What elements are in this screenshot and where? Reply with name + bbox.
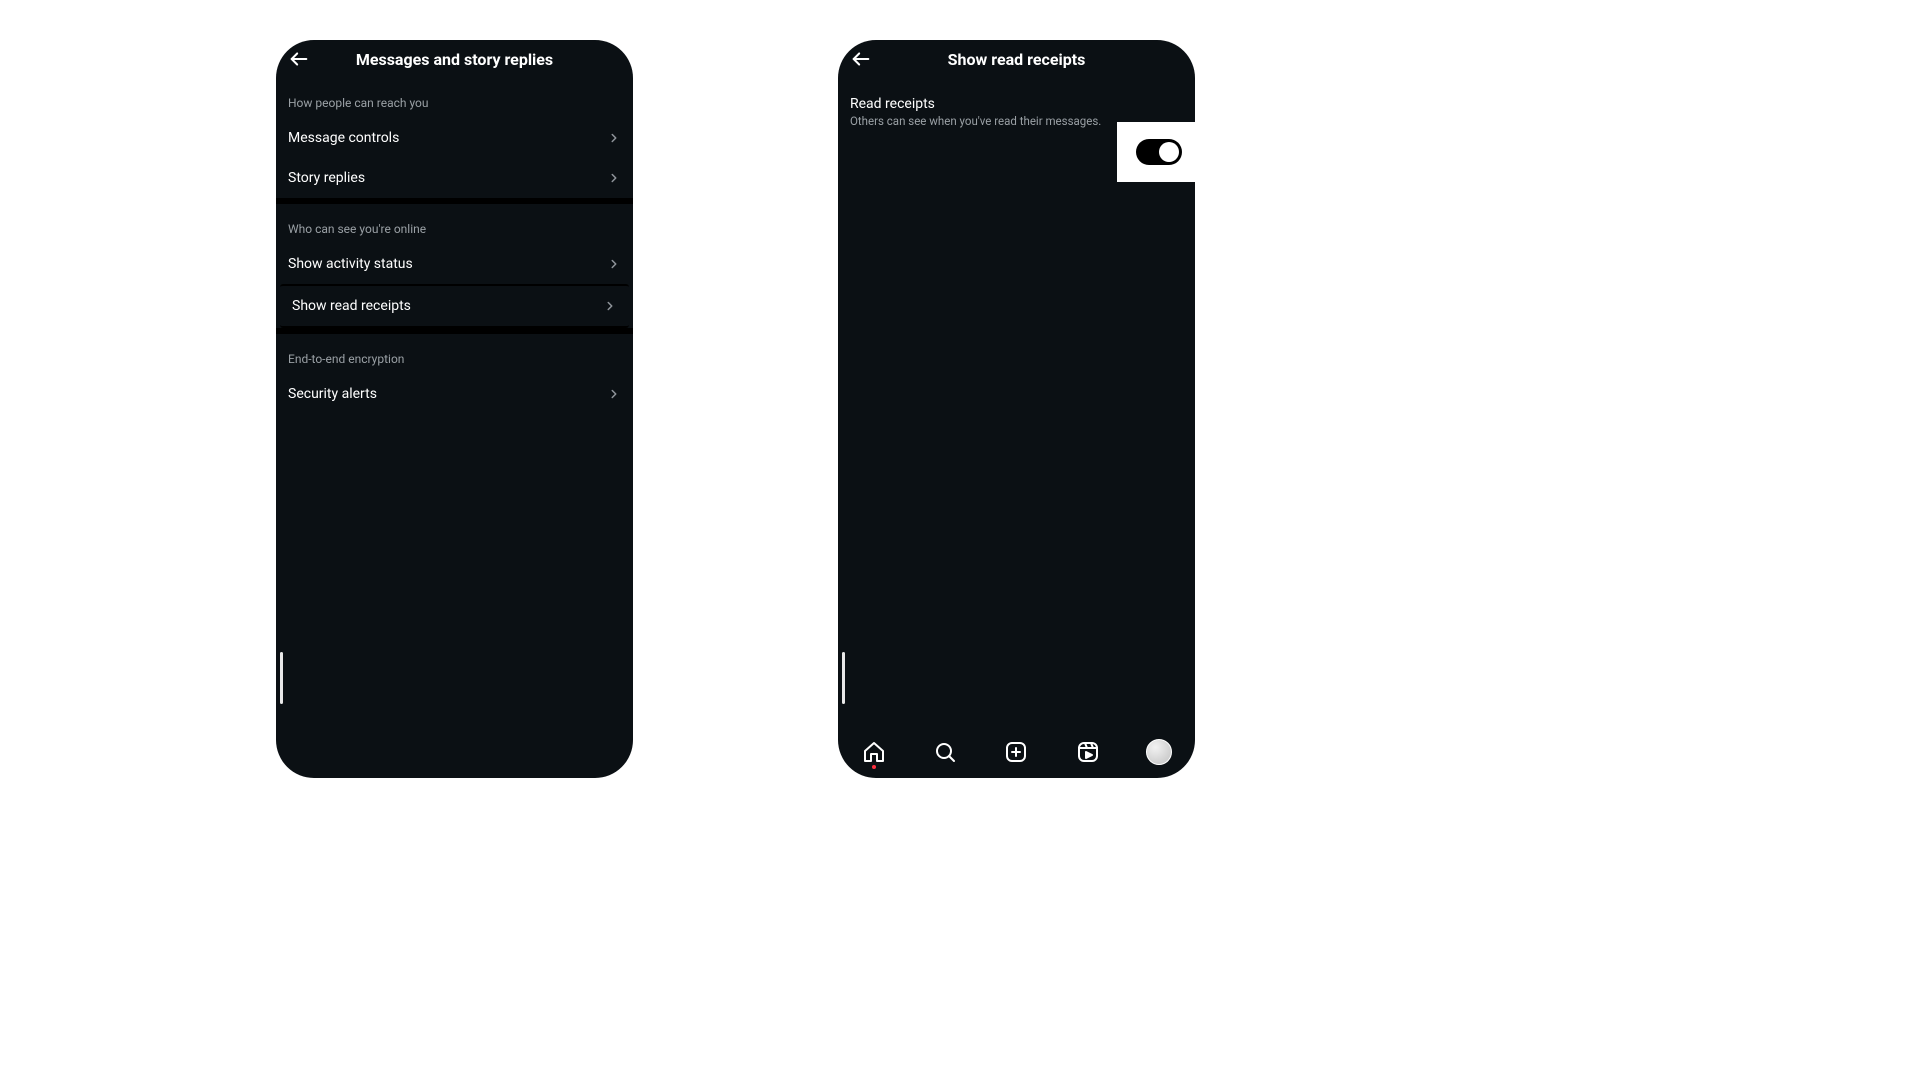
search-icon bbox=[933, 740, 957, 764]
nav-reels[interactable] bbox=[1075, 739, 1101, 765]
row-message-controls[interactable]: Message controls bbox=[276, 118, 633, 158]
chevron-right-icon bbox=[607, 171, 621, 185]
section-label-reach: How people can reach you bbox=[276, 78, 633, 118]
chevron-right-icon bbox=[603, 299, 617, 313]
home-icon bbox=[862, 740, 886, 764]
header: Messages and story replies bbox=[276, 40, 633, 78]
nav-create[interactable] bbox=[1003, 739, 1029, 765]
row-label: Message controls bbox=[288, 130, 399, 146]
section-label-e2e: End-to-end encryption bbox=[276, 334, 633, 374]
row-label: Show activity status bbox=[288, 256, 413, 272]
chevron-right-icon bbox=[607, 387, 621, 401]
row-security-alerts[interactable]: Security alerts bbox=[276, 374, 633, 414]
row-activity-status[interactable]: Show activity status bbox=[276, 244, 633, 284]
page-title: Messages and story replies bbox=[276, 50, 633, 69]
row-show-read-receipts[interactable]: Show read receipts bbox=[280, 284, 629, 328]
toggle-knob bbox=[1159, 142, 1179, 162]
chevron-right-icon bbox=[607, 131, 621, 145]
edge-decoration bbox=[1189, 630, 1195, 678]
row-story-replies[interactable]: Story replies bbox=[276, 158, 633, 198]
edge-decoration bbox=[627, 630, 633, 678]
read-receipts-toggle[interactable] bbox=[1136, 139, 1182, 165]
back-arrow-icon bbox=[288, 48, 310, 70]
reels-icon bbox=[1076, 740, 1100, 764]
nav-profile[interactable] bbox=[1146, 739, 1172, 765]
back-button[interactable] bbox=[848, 46, 874, 72]
row-label: Story replies bbox=[288, 170, 365, 186]
row-label: Show read receipts bbox=[292, 298, 411, 314]
notification-dot-icon bbox=[872, 765, 876, 769]
plus-square-icon bbox=[1004, 740, 1028, 764]
chevron-right-icon bbox=[607, 257, 621, 271]
setting-title: Read receipts bbox=[850, 96, 1177, 112]
bottom-nav bbox=[838, 730, 1195, 778]
header: Show read receipts bbox=[838, 40, 1195, 78]
nav-home[interactable] bbox=[861, 739, 887, 765]
back-arrow-icon bbox=[850, 48, 872, 70]
phone-messages-settings: Messages and story replies How people ca… bbox=[276, 40, 633, 778]
nav-search[interactable] bbox=[932, 739, 958, 765]
back-button[interactable] bbox=[286, 46, 312, 72]
edge-decoration bbox=[280, 652, 283, 704]
section-label-online: Who can see you're online bbox=[276, 204, 633, 244]
toggle-highlight-box bbox=[1117, 122, 1195, 182]
setting-read-receipts: Read receipts Others can see when you've… bbox=[838, 78, 1195, 128]
edge-decoration bbox=[842, 652, 845, 704]
row-label: Security alerts bbox=[288, 386, 377, 402]
page-title: Show read receipts bbox=[838, 50, 1195, 69]
phone-read-receipts: Show read receipts Read receipts Others … bbox=[838, 40, 1195, 778]
avatar-icon bbox=[1146, 739, 1172, 765]
